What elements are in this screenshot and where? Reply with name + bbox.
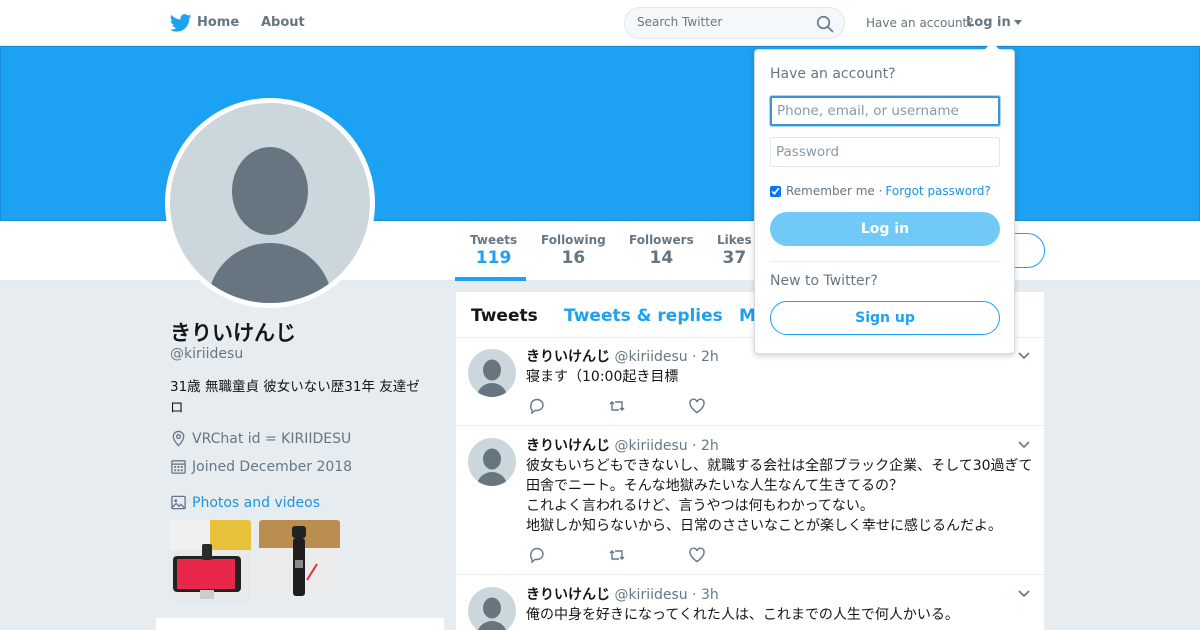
media-thumbnail[interactable] — [170, 520, 251, 601]
tweet[interactable]: きりいけんじ @kiriidesu · 2h 彼女もいちどもできないし、就職する… — [456, 427, 1044, 575]
active-tab-underline — [455, 277, 526, 281]
photos-and-videos-link[interactable]: Photos and videos — [170, 494, 320, 511]
location-text: VRChat id = KIRIIDESU — [192, 430, 352, 447]
stat-label: Followers — [629, 233, 694, 247]
chevron-down-icon[interactable] — [1018, 590, 1030, 598]
reply-icon[interactable] — [528, 397, 546, 415]
login-button[interactable]: Log in — [770, 212, 1000, 246]
stat-following[interactable]: Following 16 — [541, 233, 606, 268]
profile-location: VRChat id = KIRIIDESU — [170, 430, 351, 447]
tweet-header: きりいけんじ @kiriidesu · 2h — [526, 346, 719, 366]
stat-tweets[interactable]: Tweets 119 — [470, 233, 517, 268]
chevron-down-icon[interactable] — [1018, 352, 1030, 360]
stat-value: 37 — [722, 248, 747, 268]
username-field[interactable] — [770, 96, 1000, 126]
new-to-twitter-label: New to Twitter? — [770, 273, 878, 289]
tweet-text: 俺の中身を好きになってくれた人は、これまでの人生で何人かいる。 — [526, 607, 959, 623]
stat-followers[interactable]: Followers 14 — [629, 233, 694, 268]
retweet-icon[interactable] — [608, 397, 626, 415]
tweet-avatar[interactable] — [468, 349, 516, 397]
remember-me: Remember me · Forgot password? — [770, 184, 991, 198]
stat-value: 16 — [561, 248, 586, 268]
tab-tweets[interactable]: Tweets — [471, 306, 538, 326]
tweet-time[interactable]: · 3h — [692, 587, 719, 603]
password-field[interactable] — [770, 137, 1000, 167]
tweet-text: 寝ます（10:00起き目標 — [526, 369, 679, 385]
nav-about-link[interactable]: About — [261, 15, 305, 30]
stat-label: Tweets — [470, 233, 518, 247]
search-icon[interactable] — [816, 15, 834, 33]
profile-bio: 31歳 無職童貞 彼女いない歴31年 友達ゼロ — [170, 379, 420, 416]
tweet-header: きりいけんじ @kiriidesu · 3h — [526, 584, 719, 604]
stat-value: 119 — [475, 248, 512, 268]
tweet-avatar[interactable] — [468, 438, 516, 486]
stat-label: Likes — [717, 233, 752, 247]
calendar-icon — [171, 460, 186, 474]
login-dropdown: Have an account? Remember me · Forgot pa… — [754, 42, 1015, 354]
joined-text: Joined December 2018 — [192, 458, 353, 475]
top-navigation: Home About Have an account? Log in — [0, 0, 1200, 46]
stat-label: Following — [541, 233, 606, 247]
retweet-icon[interactable] — [608, 546, 626, 564]
tweet-author-name[interactable]: きりいけんじ — [526, 349, 610, 365]
tweet[interactable]: きりいけんじ @kiriidesu · 3h 俺の中身を好きになってくれた人は、… — [456, 576, 1044, 630]
search-box — [624, 7, 845, 39]
stat-value: 14 — [649, 248, 674, 268]
login-toggle-label: Log in — [966, 15, 1011, 30]
tweet-author-name[interactable]: きりいけんじ — [526, 587, 610, 603]
forgot-password-link[interactable]: Forgot password? — [885, 184, 990, 198]
photo-icon — [171, 495, 186, 510]
caret-down-icon — [1013, 20, 1022, 25]
dropdown-title: Have an account? — [770, 66, 896, 82]
remember-me-label: Remember me — [786, 184, 875, 198]
tweet-time[interactable]: · 2h — [692, 349, 719, 365]
photos-label: Photos and videos — [192, 494, 321, 511]
like-heart-icon[interactable] — [688, 397, 706, 415]
media-thumbnail[interactable] — [259, 520, 340, 601]
profile-avatar[interactable] — [165, 98, 375, 308]
default-avatar-icon — [170, 103, 370, 303]
reply-icon[interactable] — [528, 546, 546, 564]
tweet-author-handle[interactable]: @kiriidesu — [614, 349, 687, 365]
login-dropdown-toggle[interactable]: Log in — [966, 15, 1022, 30]
profile-name[interactable]: きりいけんじ — [170, 317, 296, 347]
remember-me-checkbox[interactable] — [770, 185, 781, 197]
like-heart-icon[interactable] — [688, 546, 706, 564]
have-account-label: Have an account? — [866, 16, 974, 30]
profile-handle[interactable]: @kiriidesu — [170, 346, 243, 362]
tweet-time[interactable]: · 2h — [692, 438, 719, 454]
tweet-actions — [528, 546, 706, 564]
tweet-avatar[interactable] — [468, 587, 516, 630]
tab-tweets-and-replies[interactable]: Tweets & replies — [564, 306, 723, 326]
tweet-author-handle[interactable]: @kiriidesu — [614, 587, 687, 603]
nav-home-link[interactable]: Home — [197, 15, 239, 30]
tweet-header: きりいけんじ @kiriidesu · 2h — [526, 435, 719, 455]
tweet-text: 彼女もいちどもできないし、就職する会社は全部ブラック企業、そして30過ぎて 田舎… — [526, 458, 1033, 534]
twitter-bird-icon[interactable] — [170, 14, 192, 32]
stat-likes[interactable]: Likes 37 — [717, 233, 752, 268]
tweet-actions — [528, 397, 706, 415]
chevron-down-icon[interactable] — [1018, 441, 1030, 449]
remember-separator: · — [878, 184, 883, 198]
location-pin-icon — [172, 430, 185, 447]
signup-button[interactable]: Sign up — [770, 301, 1000, 335]
left-sidebar-card — [156, 618, 444, 630]
search-input[interactable] — [637, 15, 807, 29]
profile-joined: Joined December 2018 — [170, 458, 352, 475]
tweet-author-name[interactable]: きりいけんじ — [526, 438, 610, 454]
tweet-author-handle[interactable]: @kiriidesu — [614, 438, 687, 454]
divider — [770, 261, 1000, 262]
